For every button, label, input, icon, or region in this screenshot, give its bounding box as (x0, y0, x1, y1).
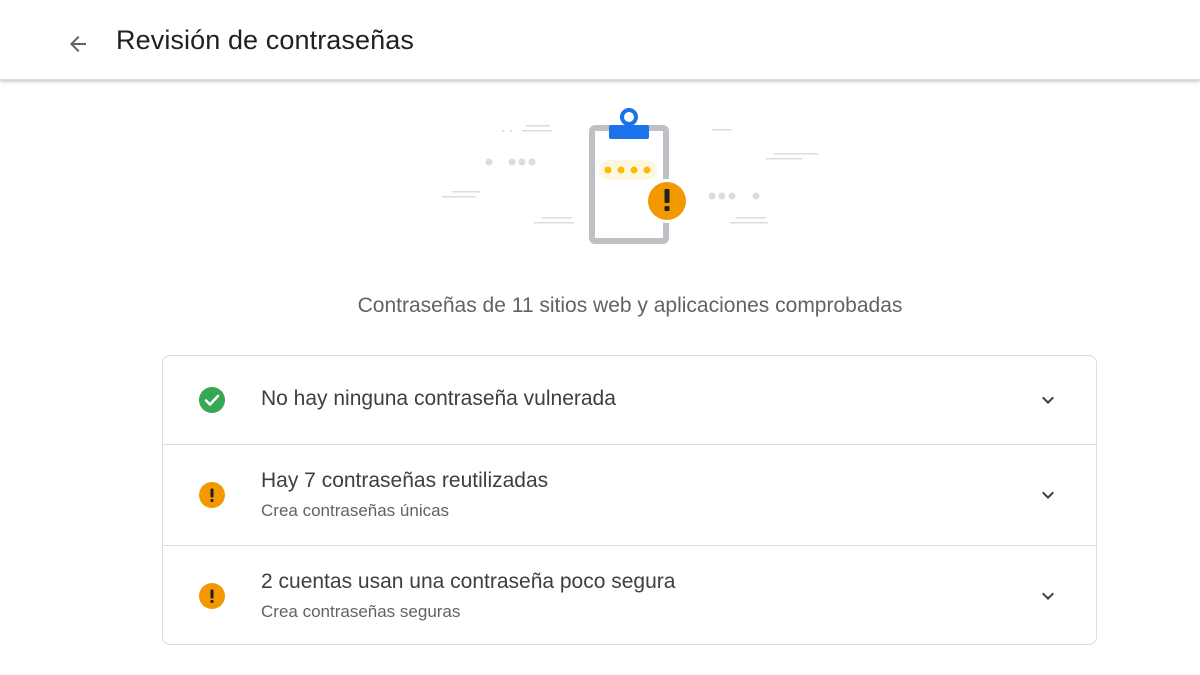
check-row-compromised[interactable]: No hay ninguna contraseña vulnerada (163, 356, 1096, 444)
summary-text: Contraseñas de 11 sitios web y aplicacio… (357, 294, 903, 317)
page-title: Revisión de contraseñas (116, 25, 414, 55)
password-checks-list: No hay ninguna contraseña vulnerada Hay … (162, 355, 1097, 645)
chevron-down-icon[interactable] (1036, 483, 1060, 507)
warning-circle-icon (199, 583, 225, 609)
check-title: 2 cuentas usan una contraseña poco segur… (261, 570, 676, 593)
chevron-down-icon[interactable] (1036, 388, 1060, 412)
check-row-weak[interactable]: 2 cuentas usan una contraseña poco segur… (163, 545, 1096, 644)
check-subtitle: Crea contraseñas únicas (261, 501, 450, 520)
check-row-reused[interactable]: Hay 7 contraseñas reutilizadas Crea cont… (163, 444, 1096, 545)
check-circle-icon (199, 387, 225, 413)
check-title: Hay 7 contraseñas reutilizadas (261, 469, 549, 492)
back-button[interactable] (58, 24, 98, 64)
check-subtitle: Crea contraseñas seguras (261, 602, 461, 621)
check-title: No hay ninguna contraseña vulnerada (261, 387, 616, 410)
arrow-back-icon (70, 36, 86, 52)
app-bar: Revisión de contraseñas (0, 0, 1200, 80)
clipboard-warning-illustration (442, 108, 818, 244)
warning-circle-icon (199, 482, 225, 508)
chevron-down-icon[interactable] (1036, 584, 1060, 608)
